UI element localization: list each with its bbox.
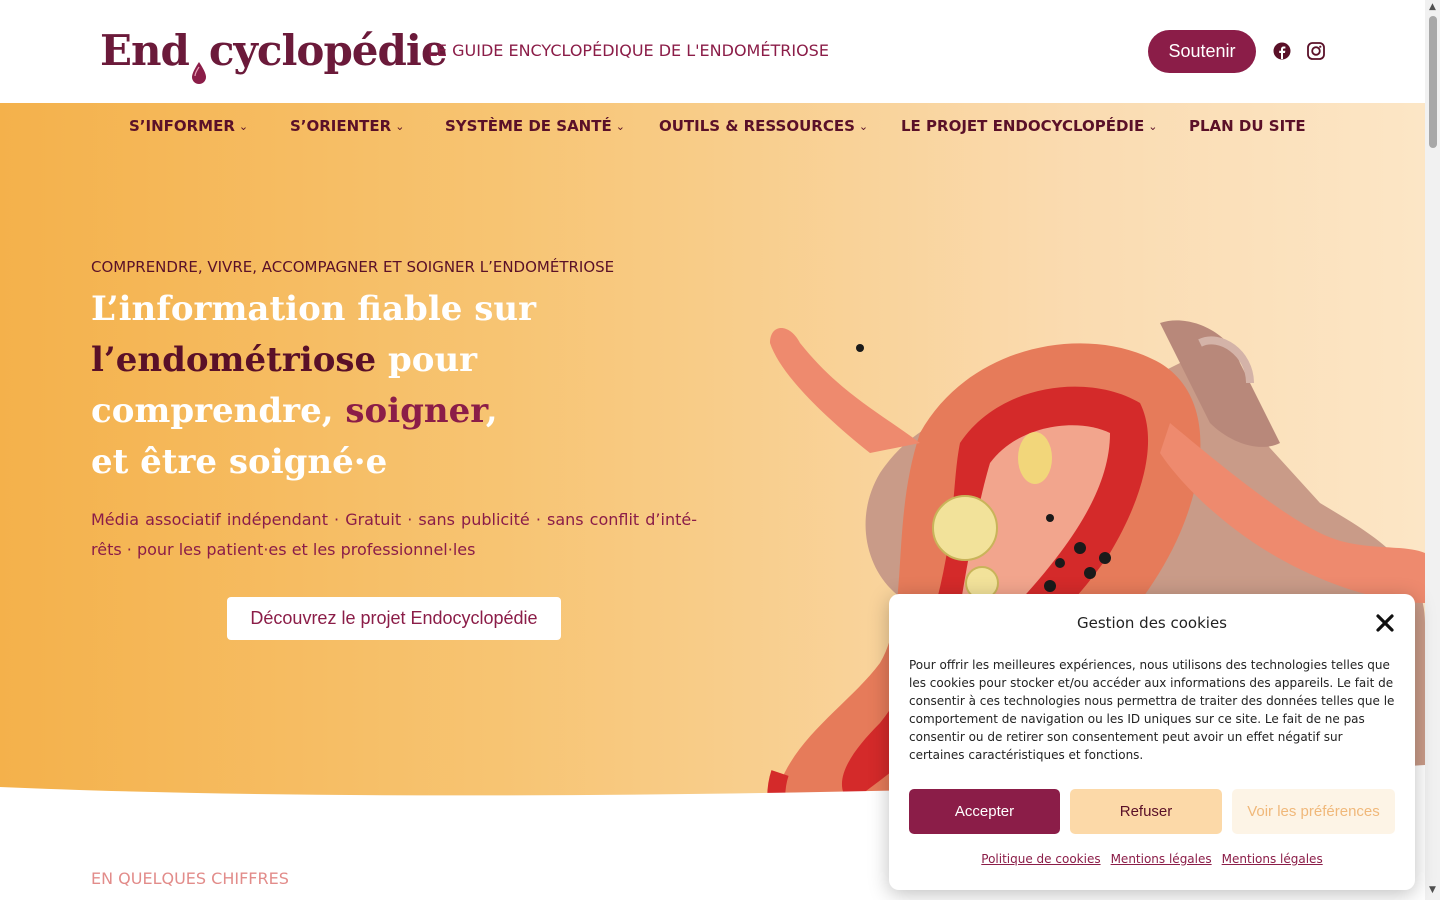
nav-item-plan-du-site[interactable]: PLAN DU SITE — [1189, 117, 1306, 135]
nav-item-sinformer[interactable]: S’INFORMER ⌄ — [129, 117, 248, 135]
headline-part: comprendre, — [91, 391, 346, 431]
chevron-down-icon: ⌄ — [238, 119, 249, 133]
main-navigation: S’INFORMER ⌄ S’ORIENTER ⌄ SYSTÈME DE SAN… — [0, 103, 1425, 149]
hero-overline: COMPRENDRE, VIVRE, ACCOMPAGNER ET SOIGNE… — [91, 258, 615, 276]
nav-item-le-projet[interactable]: LE PROJET ENDOCYCLOPÉDIE ⌄ — [901, 117, 1157, 135]
nav-item-label: OUTILS & RESSOURCES — [659, 117, 855, 135]
support-button[interactable]: Soutenir — [1148, 30, 1256, 73]
nav-item-sorienter[interactable]: S’ORIENTER ⌄ — [290, 117, 404, 135]
headline-part: L’information fiable sur — [91, 289, 536, 329]
cookie-dialog-title: Gestion des cookies — [1077, 614, 1227, 632]
discover-project-button[interactable]: Découvrez le projet Endocyclopédie — [227, 597, 561, 640]
cookie-consent-dialog: Gestion des cookies Pour offrir les meil… — [889, 594, 1415, 890]
site-logo[interactable]: End cyclopédie — [100, 26, 448, 84]
scrollbar-thumb[interactable] — [1429, 16, 1437, 148]
cookie-dialog-text: Pour offrir les meilleures expériences, … — [909, 658, 1395, 762]
site-header: End cyclopédie LE GUIDE ENCYCLOPÉDIQUE D… — [0, 0, 1425, 103]
hero-subtitle: Média associatif indépendant · Gratuit ·… — [91, 510, 697, 559]
chevron-down-icon: ⌄ — [1148, 119, 1158, 133]
chevron-down-icon: ⌄ — [395, 119, 405, 133]
scroll-down-icon[interactable]: ▼ — [1428, 886, 1437, 895]
legal-notice-link[interactable]: Mentions légales — [1111, 852, 1212, 866]
close-icon[interactable] — [1375, 613, 1395, 633]
instagram-icon[interactable] — [1307, 42, 1325, 60]
logo-text-left: End — [100, 26, 190, 75]
view-preferences-button[interactable]: Voir les préférences — [1232, 789, 1395, 834]
drop-icon — [190, 46, 208, 84]
nav-item-outils-ressources[interactable]: OUTILS & RESSOURCES ⌄ — [659, 117, 868, 135]
scroll-up-icon[interactable]: ▲ — [1428, 3, 1437, 12]
cookie-policy-link[interactable]: Politique de cookies — [981, 852, 1100, 866]
nav-item-label: S’ORIENTER — [290, 117, 392, 135]
headline-part: et être soigné·e — [91, 442, 388, 482]
section-label: EN QUELQUES CHIFFRES — [91, 869, 289, 888]
accept-cookies-button[interactable]: Accepter — [909, 789, 1060, 834]
cookie-links: Politique de cookies Mentions légales Me… — [889, 852, 1415, 866]
chevron-down-icon: ⌄ — [615, 119, 625, 133]
nav-item-label: S’INFORMER — [129, 117, 235, 135]
nav-item-label: PLAN DU SITE — [1189, 117, 1306, 135]
site-tagline: LE GUIDE ENCYCLOPÉDIQUE DE L'ENDOMÉTRIOS… — [428, 41, 829, 60]
logo-text-right: cyclopédie — [208, 26, 448, 75]
refuse-cookies-button[interactable]: Refuser — [1070, 789, 1222, 834]
headline-part: pour — [376, 340, 478, 380]
hero-headline: L’information fiable sur l’endométriose … — [91, 284, 651, 488]
legal-notice-link[interactable]: Mentions légales — [1222, 852, 1323, 866]
headline-part: , — [485, 391, 498, 431]
facebook-icon[interactable] — [1273, 42, 1291, 60]
nav-item-systeme-de-sante[interactable]: SYSTÈME DE SANTÉ ⌄ — [445, 117, 625, 135]
headline-part: l’endométriose — [91, 340, 377, 380]
headline-part: soigner — [345, 391, 486, 431]
nav-item-label: SYSTÈME DE SANTÉ — [445, 117, 612, 135]
nav-item-label: LE PROJET ENDOCYCLOPÉDIE — [901, 117, 1145, 135]
chevron-down-icon: ⌄ — [858, 119, 869, 133]
